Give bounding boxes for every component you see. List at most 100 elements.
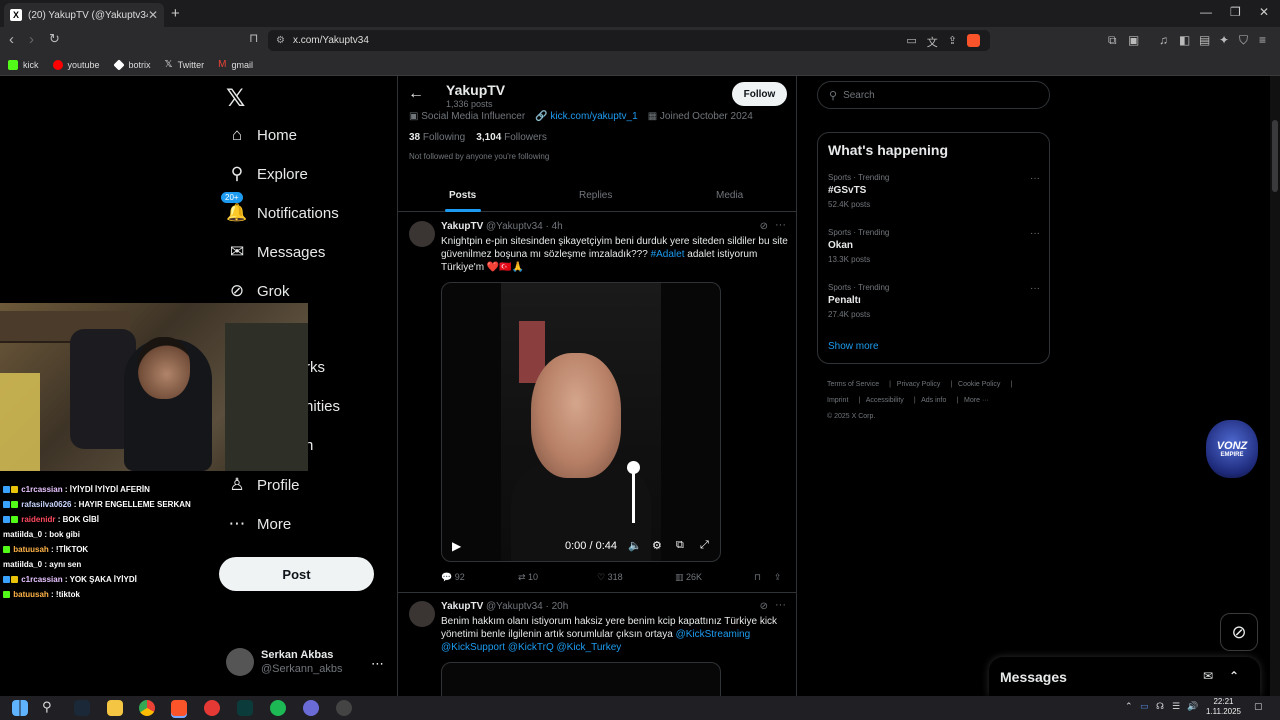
play-icon[interactable]: ▶ — [452, 539, 461, 553]
nav-home[interactable]: ⌂ Home — [226, 125, 297, 145]
account-switcher[interactable]: Serkan Akbas @Serkann_akbs — [226, 648, 343, 676]
back-arrow-icon[interactable]: ← — [408, 85, 424, 103]
wallet-icon[interactable]: ▤ — [1199, 33, 1210, 47]
bookmark-icon[interactable]: ⊓ — [249, 31, 258, 45]
repost-button[interactable]: ⇄ 10 — [518, 572, 538, 583]
steam-icon[interactable] — [74, 700, 90, 716]
trend-more-icon[interactable]: ··· — [1030, 283, 1040, 294]
followers-link[interactable]: 3,104 Followers — [476, 132, 547, 143]
new-tab-icon[interactable]: + — [171, 5, 180, 22]
restore-icon[interactable]: ❐ — [1230, 5, 1241, 19]
brave-shields-icon[interactable] — [967, 34, 980, 47]
trend-more-icon[interactable]: ··· — [1030, 228, 1040, 239]
bookmark-youtube[interactable]: youtube — [52, 59, 100, 70]
volume-icon[interactable]: 🔈 — [628, 539, 642, 552]
footer-link[interactable]: Ads info — [921, 397, 946, 404]
new-message-icon[interactable]: ✉ — [1203, 669, 1213, 683]
window-close-icon[interactable]: ✕ — [1259, 5, 1269, 19]
forward-icon[interactable]: › — [29, 31, 34, 48]
network-icon[interactable]: ▭ — [1140, 701, 1149, 712]
views-button[interactable]: ▥ 26K — [675, 572, 702, 583]
pip-icon[interactable]: ⧉ — [676, 539, 684, 552]
profile-link[interactable]: 🔗 kick.com/yakuptv_1 — [535, 111, 638, 122]
trend-more-icon[interactable]: ··· — [1030, 173, 1040, 184]
x-logo-icon[interactable]: 𝕏 — [226, 84, 245, 113]
like-button[interactable]: ♡ 318 — [597, 572, 623, 583]
footer-link[interactable]: Privacy Policy — [897, 381, 941, 388]
grok-floating-button[interactable]: ⊘ — [1220, 613, 1258, 651]
tweet[interactable]: YakupTV @Yakuptv34 · 20h ⊘ ··· Benim hak… — [398, 594, 796, 696]
brave-icon[interactable] — [171, 700, 187, 716]
media-player-icon[interactable] — [204, 700, 220, 716]
trend-item[interactable]: Sports · Trending Okan 13.3K posts ··· — [828, 228, 1040, 264]
notification-center-icon[interactable]: ▢ — [1254, 701, 1263, 712]
avatar[interactable] — [409, 221, 435, 247]
nav-explore[interactable]: ⚲ Explore — [226, 164, 308, 184]
menu-icon[interactable]: ≡ — [1259, 33, 1266, 47]
back-icon[interactable]: ‹ — [9, 31, 14, 48]
translate-icon[interactable]: 文 — [927, 34, 938, 50]
bookmark-twitter[interactable]: 𝕏 Twitter — [165, 59, 205, 70]
tab-media[interactable]: Media — [716, 190, 743, 201]
nav-notifications[interactable]: 🔔 20+ Notifications — [221, 192, 339, 223]
tweet-media[interactable] — [441, 662, 721, 696]
footer-link[interactable]: More ··· — [964, 397, 989, 404]
tweet-more-icon[interactable]: ··· — [775, 219, 786, 231]
address-bar[interactable]: ⚙ x.com/Yakuptv34 ▭ 文 ⇪ — [268, 30, 990, 51]
footer-link[interactable]: Imprint — [827, 397, 848, 404]
page-scrollbar[interactable] — [1270, 76, 1280, 696]
bookmark-kick[interactable]: kick — [8, 59, 39, 70]
bookmark-tweet-icon[interactable]: ⊓ — [754, 572, 761, 583]
following-link[interactable]: 38 Following — [409, 132, 465, 143]
clock[interactable]: 22:21 1.11.2025 — [1206, 697, 1241, 717]
close-tab-icon[interactable]: ✕ — [148, 8, 158, 22]
reply-button[interactable]: 💬 92 — [441, 572, 465, 583]
tray-chevron-icon[interactable]: ⌃ — [1125, 701, 1133, 712]
tab-posts[interactable]: Posts — [449, 190, 476, 201]
bookmark-gmail[interactable]: Mgmail — [218, 59, 253, 70]
browser-tab[interactable]: X (20) YakupTV (@Yakuptv34) / X ✕ — [4, 3, 164, 27]
speaker-icon[interactable]: 🔊 — [1187, 701, 1198, 712]
share-tweet-icon[interactable]: ⇪ — [774, 572, 782, 583]
site-info-icon[interactable]: ⚙ — [276, 35, 285, 46]
nav-messages[interactable]: ✉ Messages — [226, 242, 326, 262]
taskbar-search-icon[interactable]: ⚲ — [42, 699, 52, 715]
search-input[interactable]: ⚲ Search — [817, 81, 1050, 109]
headset-icon[interactable]: ☊ — [1156, 701, 1164, 712]
messages-drawer[interactable]: Messages ✉ ⌃ — [989, 657, 1260, 696]
fullscreen-icon[interactable]: ⤢ — [700, 539, 709, 552]
sidebar-icon[interactable]: ◧ — [1179, 33, 1190, 47]
hashtag-link[interactable]: #Adalet — [651, 249, 685, 260]
video-player[interactable]: ▶ 0:00 / 0:44 🔈 ⚙ ⧉ ⤢ — [441, 282, 721, 562]
cast-icon[interactable]: ▭ — [906, 34, 916, 50]
footer-link[interactable]: Cookie Policy — [958, 381, 1000, 388]
vpn-icon[interactable]: ⛉ — [1239, 33, 1248, 48]
bookmark-botrix[interactable]: botrix — [112, 58, 151, 71]
settings-icon[interactable]: ⚙ — [652, 539, 662, 552]
minimize-icon[interactable]: — — [1200, 5, 1212, 19]
screenshot-icon[interactable]: ▣ — [1128, 33, 1139, 47]
wifi-icon[interactable]: ☰ — [1172, 701, 1180, 712]
extensions-icon[interactable]: ⧉ — [1108, 33, 1117, 48]
nav-grok[interactable]: ⊘ Grok — [226, 281, 290, 301]
grok-explain-icon[interactable]: ⊘ — [760, 221, 768, 232]
avatar[interactable] — [409, 601, 435, 627]
volume-knob[interactable] — [627, 461, 640, 474]
account-more-icon[interactable]: ⋯ — [371, 656, 384, 672]
expand-icon[interactable]: ⌃ — [1229, 669, 1239, 683]
tweet[interactable]: YakupTV @Yakuptv34 · 4h ⊘ ··· Knightpin … — [398, 213, 796, 593]
music-icon[interactable]: ♫ — [1159, 33, 1168, 47]
discord-icon[interactable] — [303, 700, 319, 716]
chrome-icon[interactable] — [139, 700, 155, 716]
footer-link[interactable]: Accessibility — [866, 397, 904, 404]
trend-item[interactable]: Sports · Trending #GSvTS 52.4K posts ··· — [828, 173, 1040, 209]
spotify-icon[interactable] — [270, 700, 286, 716]
windows-start-icon[interactable] — [12, 700, 28, 716]
trend-item[interactable]: Sports · Trending Penaltı 27.4K posts ··… — [828, 283, 1040, 319]
footer-link[interactable]: Terms of Service — [827, 381, 879, 388]
reload-icon[interactable]: ↻ — [49, 31, 60, 47]
share-icon[interactable]: ⇪ — [948, 34, 957, 50]
terminal-icon[interactable] — [237, 700, 253, 716]
file-explorer-icon[interactable] — [107, 700, 123, 716]
grok-explain-icon[interactable]: ⊘ — [760, 601, 768, 612]
